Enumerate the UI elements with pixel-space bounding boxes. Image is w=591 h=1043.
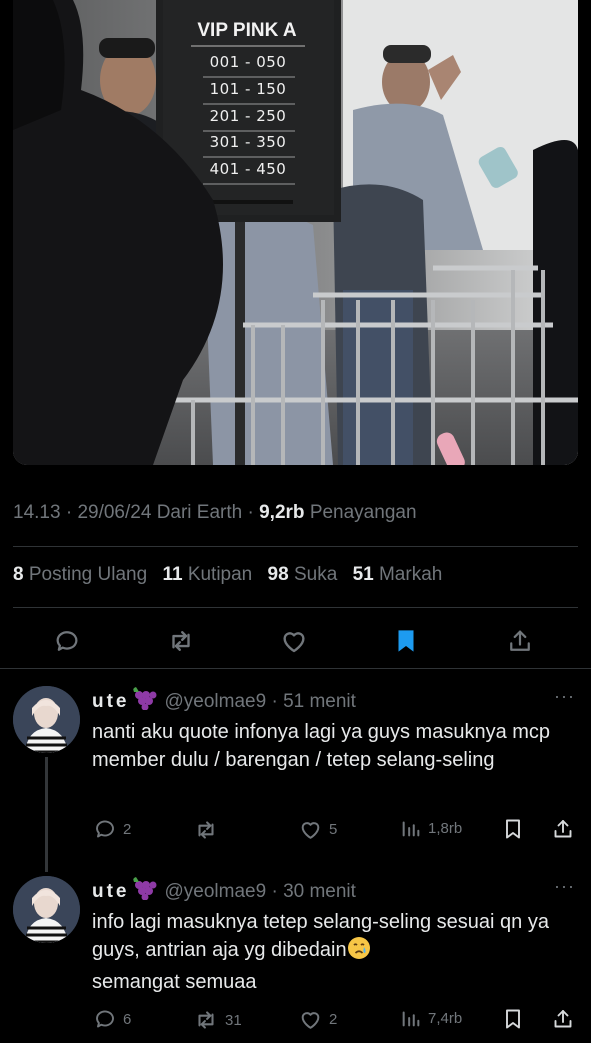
speech-bubble-icon [96,820,114,838]
reposts-count: 8 [13,564,24,585]
bookmarks-label: Markah [378,564,443,585]
reply-button[interactable] [52,626,82,656]
tweet-photo[interactable]: VIP PINK A 001 - 050 101 - 150 201 - 250… [13,0,578,465]
tweet-source[interactable]: Dari Earth [157,502,243,523]
reposts-stat[interactable]: 8 Posting Ulang [13,564,147,585]
repost-button[interactable] [193,817,225,843]
tweet-meta: 14.13 · 29/06/24 Dari Earth · 9,2rb Pena… [13,502,417,524]
views-button[interactable]: 7,4rb [400,1007,462,1029]
reply-button[interactable]: 2 [93,817,131,841]
heart-icon [301,822,320,839]
repost-arrows-icon [198,821,214,839]
likes-label: Suka [293,564,338,585]
sign-row: 101 - 150 [210,80,287,98]
reply-text-main: info lagi masuknya tetep selang-seling s… [92,911,549,961]
repost-arrows-icon [198,1011,214,1029]
divider [13,607,578,608]
reply-header: ute @yeolmae9 · 51 menit [92,686,356,716]
likes-count: 98 [267,564,289,585]
repost-button[interactable]: 31 [193,1007,242,1033]
share-icon [554,820,572,838]
meta-separator: · [247,502,254,523]
divider [0,668,591,669]
queue-photo-illustration: VIP PINK A 001 - 050 101 - 150 201 - 250… [13,0,578,465]
sign-title: VIP PINK A [197,20,297,41]
tweet-stats: 8 Posting Ulang 11 Kutipan 98 Suka 51 Ma… [13,564,452,586]
grapes-emoji [131,686,157,716]
sign-row: 001 - 050 [210,53,287,71]
like-button[interactable]: 5 [298,817,337,842]
repost-arrows-icon [172,631,190,651]
reposts-label: Posting Ulang [28,564,148,585]
like-button[interactable]: 2 [298,1007,337,1032]
author-handle[interactable]: @yeolmae9 [165,881,267,902]
divider [13,546,578,547]
tweet-date: 29/06/24 [77,502,152,523]
reply-count: 6 [123,1010,132,1028]
tweet-time: 14.13 [13,502,61,523]
views-button[interactable]: 1,8rb [400,817,462,839]
tweet-action-bar [0,622,591,658]
more-dots-icon[interactable]: ··· [554,876,575,897]
share-icon [554,1010,572,1028]
more-dots-icon[interactable]: ··· [554,686,575,707]
bookmark-button[interactable] [391,626,421,656]
speech-bubble-icon [96,1010,114,1028]
like-count: 2 [329,1011,338,1028]
likes-stat[interactable]: 98 Suka [268,564,338,585]
heart-icon [301,1012,320,1029]
reply-action-bar: 2 5 1,8rb [0,817,591,843]
share-button[interactable] [505,626,535,656]
share-button[interactable] [551,1007,575,1031]
repost-button[interactable] [166,626,196,656]
sign-row: 301 - 350 [210,133,287,151]
author-name[interactable]: ute [92,691,130,712]
views-count: 7,4rb [428,1009,463,1027]
reply-time[interactable]: 30 menit [283,881,356,902]
sign-row: 201 - 250 [210,107,287,125]
reply-text: info lagi masuknya tetep selang-seling s… [92,908,572,996]
author-name[interactable]: ute [92,881,130,902]
bookmark-icon [506,1009,520,1029]
like-button[interactable] [279,626,309,656]
repost-count: 31 [225,1011,242,1029]
bookmark-button[interactable] [501,817,525,841]
meta-separator: · [65,502,73,523]
sign-row: 401 - 450 [210,160,287,178]
bookmark-icon [506,819,520,839]
reply-time[interactable]: 51 menit [283,691,356,712]
reply-button[interactable]: 6 [93,1007,131,1031]
crying-face-emoji [347,936,371,968]
bookmarks-stat[interactable]: 51 Markah [353,564,443,585]
reply-header: ute @yeolmae9 · 30 menit [92,876,356,906]
avatar[interactable] [13,876,80,943]
like-count: 5 [329,821,338,838]
avatar-image [13,686,80,753]
bookmark-button[interactable] [501,1007,525,1031]
views-label: Penayangan [309,502,417,523]
reply-action-bar: 6 31 2 7,4rb [0,1007,591,1033]
bookmark-icon [398,630,414,652]
views-count: 1,8rb [428,819,463,837]
speech-bubble-icon [56,631,78,651]
views-count: 9,2rb [259,502,305,523]
quotes-label: Kutipan [187,564,253,585]
avatar[interactable] [13,686,80,753]
avatar-image [13,876,80,943]
author-handle[interactable]: @yeolmae9 [165,691,267,712]
reply-count: 2 [123,820,132,838]
bookmarks-count: 51 [352,564,374,585]
reply-text: nanti aku quote infonya lagi ya guys mas… [92,721,551,771]
bar-chart-icon [402,821,420,837]
quotes-stat[interactable]: 11 Kutipan [162,564,252,585]
reply-text-closing: semangat semuaa [92,971,257,993]
thread-connector [45,757,48,872]
heart-icon [283,632,305,653]
quotes-count: 11 [162,564,183,585]
grapes-emoji [131,876,157,906]
share-button[interactable] [551,817,575,841]
share-icon [510,630,530,651]
bar-chart-icon [402,1011,420,1027]
